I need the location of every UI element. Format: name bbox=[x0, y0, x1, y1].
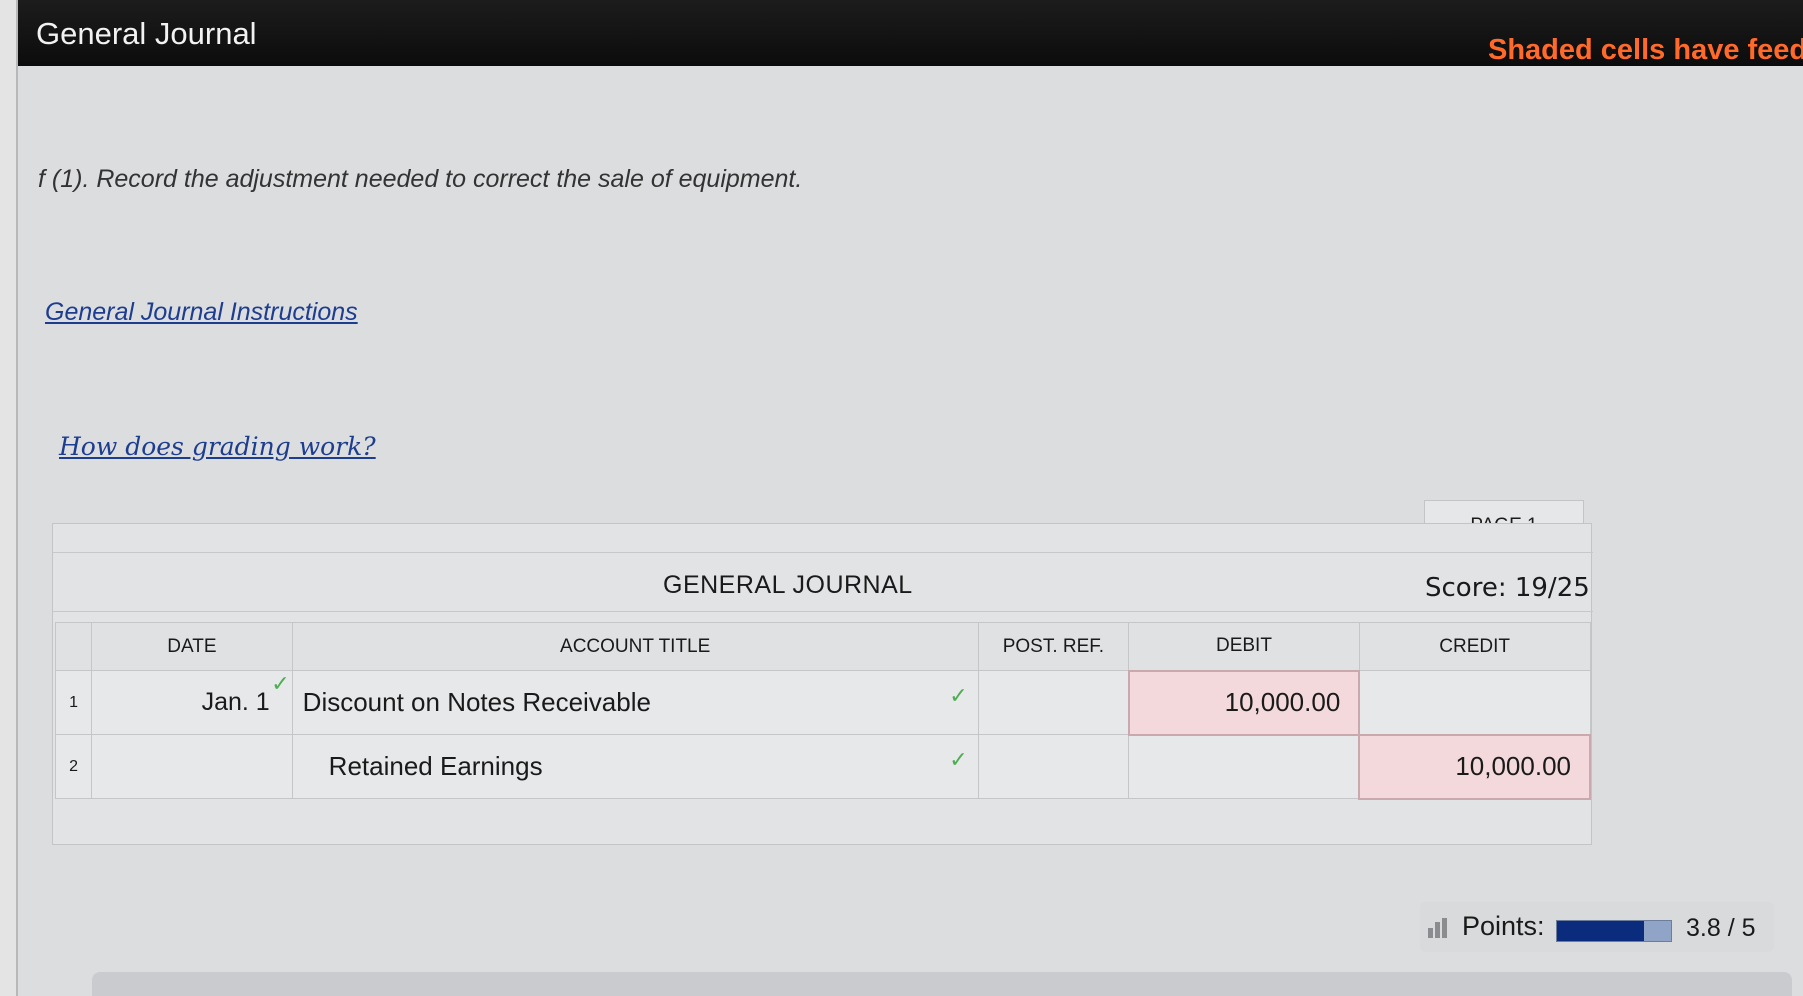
date-cell[interactable]: Jan. 1 ✓ bbox=[91, 670, 293, 735]
post-ref-header: POST. REF. bbox=[977, 622, 1130, 671]
account-cell[interactable]: Retained Earnings ✓ bbox=[291, 734, 979, 799]
grading-link[interactable]: How does grading work? bbox=[59, 432, 376, 461]
journal-table: DATE ACCOUNT TITLE POST. REF. DEBIT CRED… bbox=[54, 622, 1591, 800]
check-icon: ✓ bbox=[949, 683, 968, 708]
debit-cell[interactable]: 10,000.00 bbox=[1127, 669, 1361, 736]
points-progress-bar bbox=[1556, 920, 1672, 942]
credit-header: CREDIT bbox=[1358, 622, 1591, 671]
chart-icon bbox=[1428, 918, 1447, 938]
date-cell[interactable] bbox=[91, 734, 293, 799]
journal-title: GENERAL JOURNAL bbox=[663, 571, 913, 599]
account-value: Retained Earnings bbox=[328, 751, 543, 781]
date-value: Jan. 1 bbox=[201, 688, 270, 716]
date-header: DATE bbox=[91, 622, 293, 671]
points-progress-fill bbox=[1557, 921, 1644, 941]
check-icon: ✓ bbox=[271, 671, 290, 696]
page: General Journal Shaded cells have feedba… bbox=[16, 0, 1803, 996]
credit-cell[interactable] bbox=[1358, 670, 1591, 735]
debit-cell[interactable] bbox=[1128, 734, 1360, 799]
row-number: 1 bbox=[54, 670, 93, 735]
bottom-panel-edge bbox=[92, 972, 1792, 996]
account-title-header: ACCOUNT TITLE bbox=[291, 622, 979, 671]
journal-header: GENERAL JOURNAL Score: 19/25 bbox=[53, 552, 1593, 612]
points-value: 3.8 / 5 bbox=[1686, 914, 1756, 942]
post-ref-cell[interactable] bbox=[977, 670, 1130, 735]
left-rail bbox=[0, 0, 16, 996]
rownum-header bbox=[54, 622, 93, 671]
check-icon: ✓ bbox=[949, 747, 968, 772]
post-ref-cell[interactable] bbox=[977, 734, 1130, 799]
general-journal: GENERAL JOURNAL Score: 19/25 DATE ACCOUN… bbox=[52, 523, 1593, 845]
page-title: General Journal bbox=[36, 16, 257, 51]
journal-header-row: DATE ACCOUNT TITLE POST. REF. DEBIT CRED… bbox=[54, 622, 1591, 671]
row-number: 2 bbox=[54, 734, 93, 799]
account-value: Discount on Notes Receivable bbox=[302, 687, 651, 717]
debit-header: DEBIT bbox=[1128, 622, 1360, 671]
account-cell[interactable]: Discount on Notes Receivable ✓ bbox=[291, 670, 979, 735]
question-text: f (1). Record the adjustment needed to c… bbox=[38, 165, 803, 193]
credit-cell[interactable]: 10,000.00 bbox=[1358, 733, 1591, 800]
feedback-notice: Shaded cells have feedba bbox=[1488, 34, 1803, 66]
score-label: Score: 19/25 bbox=[1425, 573, 1590, 603]
title-bar: General Journal Shaded cells have feedba bbox=[18, 0, 1803, 66]
points-label: Points: bbox=[1462, 911, 1545, 941]
points-widget: Points: 3.8 / 5 bbox=[1420, 902, 1774, 952]
journal-row: 1 Jan. 1 ✓ Discount on Notes Receivable … bbox=[54, 669, 1591, 736]
journal-row: 2 Retained Earnings ✓ 10,000.00 bbox=[54, 733, 1591, 800]
instructions-link[interactable]: General Journal Instructions bbox=[45, 298, 358, 327]
